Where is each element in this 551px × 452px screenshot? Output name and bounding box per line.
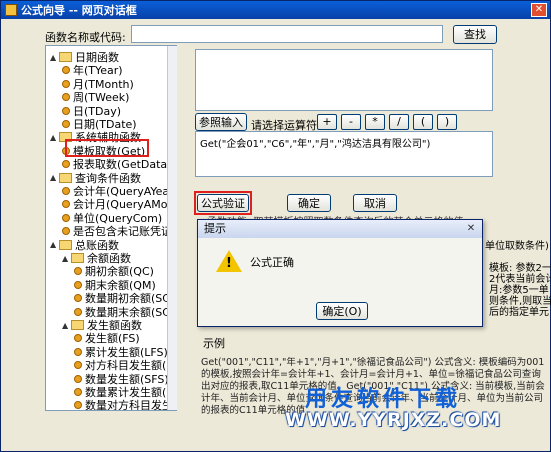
formula-text: Get("企会01","C6","年","月","鸿达洁具有限公司") [200,139,431,150]
expand-icon[interactable]: ▲ [62,254,69,263]
function-icon [74,280,82,289]
folder-icon [59,52,72,62]
operator-button[interactable]: ) [437,114,457,130]
function-icon [62,200,70,209]
function-icon [74,267,82,276]
function-icon [62,227,70,236]
highlight-get [65,139,149,157]
expand-icon[interactable]: ▲ [50,240,57,249]
function-icon [62,213,70,222]
function-icon [74,388,82,396]
description-fragment: 单位取数条件) [485,241,549,252]
description-box [195,49,493,111]
folder-icon [71,253,84,263]
operator-button[interactable]: / [389,114,409,130]
tree-function-item[interactable]: 数量对方科目发生 [74,398,173,411]
dialog-message: 公式正确 [250,256,294,269]
expand-icon[interactable]: ▲ [50,133,57,142]
message-dialog: 提示 ✕ ! 公式正确 确定(O) [197,219,483,327]
expand-icon[interactable]: ▲ [50,173,57,182]
window-title: 公式向导 -- 网页对话框 [21,4,137,17]
operator-button[interactable]: + [317,114,337,130]
formula-input[interactable]: Get("企会01","C6","年","月","鸿达洁具有限公司") [195,131,493,177]
find-button[interactable]: 查找 [453,25,497,44]
search-input[interactable] [131,25,443,43]
function-icon [74,294,82,303]
operator-button[interactable]: ( [413,114,433,130]
reference-input-button[interactable]: 参照输入 [195,113,247,131]
search-label: 函数名称或代码: [45,31,126,44]
ok-button[interactable]: 确定 [287,194,331,212]
dialog-title: 提示 [198,220,482,238]
function-icon [74,361,82,370]
function-icon [62,160,70,169]
expand-icon[interactable]: ▲ [50,53,57,62]
close-icon[interactable]: ✕ [531,3,547,17]
operator-button[interactable]: * [365,114,385,130]
function-tree: ▲ 日期函数 年(TYear) 月(TMonth) 周(TWeek) 日(TDay) 日期(… [45,45,177,411]
function-icon [74,347,82,356]
example-title: 示例 [203,337,225,350]
tree-scrollbar[interactable] [167,46,177,410]
cancel-button[interactable]: 取消 [353,194,397,212]
function-icon [74,401,82,410]
function-icon [74,334,82,343]
function-icon [62,106,70,115]
app-icon [5,4,17,16]
folder-icon [71,320,84,330]
dialog-close-icon[interactable]: ✕ [464,223,478,235]
function-icon [74,307,82,316]
dialog-ok-button[interactable]: 确定(O) [316,302,368,320]
tree-item-label: 数量对方科目发生 [85,399,173,411]
title-bar: 公式向导 -- 网页对话框 ✕ [1,1,550,19]
function-icon [62,120,70,128]
function-icon [74,374,82,383]
folder-icon [59,239,72,250]
function-icon [62,93,70,102]
function-icon [62,66,70,75]
highlight-verify [194,191,252,215]
operator-button[interactable]: - [341,114,361,130]
folder-icon [59,172,72,183]
function-icon [62,187,70,195]
watermark-url: WWW.YYRJXZ.COM [285,409,502,431]
function-icon [62,79,70,88]
dialog-window: 公式向导 -- 网页对话框 ✕ 函数名称或代码: 查找 ▲ 日期函数 年(TYear… [0,0,551,452]
warning-icon-mark: ! [226,256,232,271]
expand-icon[interactable]: ▲ [62,321,69,330]
description-fragment: 后的指定单元 [489,307,549,318]
